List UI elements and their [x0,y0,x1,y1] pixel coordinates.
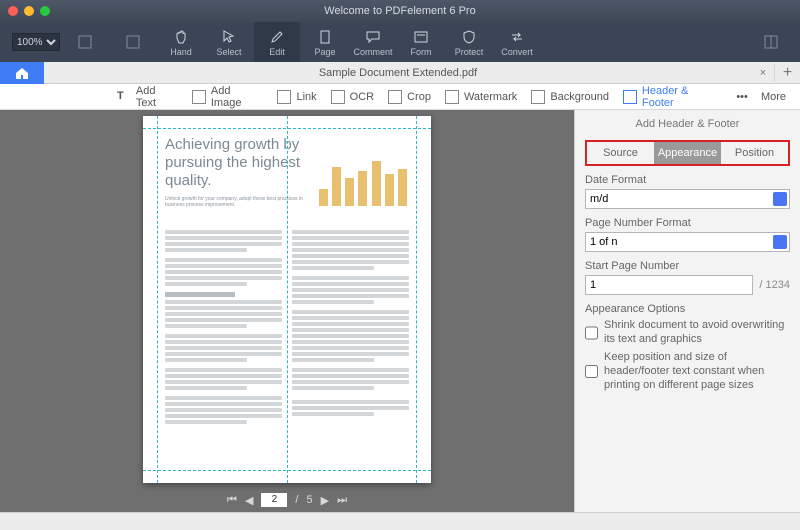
next-page-button[interactable]: ▶ [321,494,329,507]
page-preview: Achieving growth by pursuing the highest… [143,116,431,483]
add-text-button[interactable]: TAdd Text [117,85,178,109]
image-icon [192,90,206,104]
ribbon-item-hand[interactable]: Hand [158,22,204,62]
header-footer-button[interactable]: Header & Footer [623,85,722,109]
page-subtitle: Unlock growth for your company, adopt th… [165,196,305,208]
comment-icon [364,28,382,46]
home-button[interactable] [0,62,44,84]
crop-button[interactable]: Crop [388,90,431,104]
ribbon-item-tool2[interactable] [110,22,156,62]
shield-icon [460,28,478,46]
panel-title: Add Header & Footer [585,118,790,130]
edit-toolbar: TAdd Text Add Image Link OCR Crop Waterm… [0,84,800,110]
zoom-select[interactable]: 100% [12,33,60,51]
shrink-checkbox[interactable] [585,319,598,347]
page-chart [317,150,409,206]
more-button[interactable]: ••• More [736,91,786,103]
panel-tabs: Source Appearance Position [585,140,790,166]
convert-icon [508,28,526,46]
first-page-button[interactable]: ⏮ [227,494,237,507]
cursor-icon [220,28,238,46]
layout-icon [762,33,780,51]
titlebar: Welcome to PDFelement 6 Pro [0,0,800,22]
tab-appearance[interactable]: Appearance [654,142,721,164]
start-page-input[interactable] [585,275,753,295]
ribbon-item-page[interactable]: Page [302,22,348,62]
link-button[interactable]: Link [277,90,316,104]
zoom-control[interactable]: 100% [12,33,60,51]
tab-position[interactable]: Position [721,142,788,164]
prev-page-button[interactable]: ◀ [245,494,253,507]
page-total: 5 [306,494,312,506]
start-page-preview: / 1234 [759,279,790,291]
ribbon-item-tool1[interactable] [62,22,108,62]
hand-icon [172,28,190,46]
start-page-label: Start Page Number [585,260,790,272]
close-tab-button[interactable]: × [752,67,774,79]
document-tabbar: Sample Document Extended.pdf × + [0,62,800,84]
page-icon [316,28,334,46]
header-footer-icon [623,90,637,104]
date-format-label: Date Format [585,174,790,186]
tab-source[interactable]: Source [587,142,654,164]
document-tab[interactable]: Sample Document Extended.pdf [44,67,752,79]
status-bar [0,512,800,530]
ribbon-item-form[interactable]: Form [398,22,444,62]
background-icon [531,90,545,104]
page-number-input[interactable]: 2 [261,493,287,507]
home-icon [14,66,30,80]
ellipsis-icon: ••• [736,91,748,103]
link-icon [277,90,291,104]
ocr-button[interactable]: OCR [331,90,374,104]
ocr-icon [331,90,345,104]
ribbon-item-layout[interactable] [748,22,794,62]
appearance-options-label: Appearance Options [585,303,790,315]
watermark-icon [445,90,459,104]
header-footer-panel: Add Header & Footer Source Appearance Po… [574,110,800,512]
ribbon-item-comment[interactable]: Comment [350,22,396,62]
new-tab-button[interactable]: + [774,64,800,82]
form-icon [412,28,430,46]
watermark-button[interactable]: Watermark [445,90,517,104]
ribbon: 100% Hand Select Edit Page Comment Form … [0,22,800,62]
shrink-option[interactable]: Shrink document to avoid overwriting its… [585,318,790,347]
text-icon: T [117,90,131,104]
page-number-format-select[interactable]: 1 of n [585,232,790,252]
edit-icon [268,28,286,46]
ribbon-item-select[interactable]: Select [206,22,252,62]
page-navigator: ⏮ ◀ 2 / 5 ▶ ⏭ [227,489,347,512]
add-image-button[interactable]: Add Image [192,85,263,109]
crop-icon [388,90,402,104]
page-number-format-label: Page Number Format [585,217,790,229]
keep-position-option[interactable]: Keep position and size of header/footer … [585,350,790,393]
keep-position-checkbox[interactable] [585,351,598,393]
last-page-button[interactable]: ⏭ [337,494,347,507]
background-button[interactable]: Background [531,90,609,104]
date-format-select[interactable]: m/d [585,189,790,209]
page-heading: Achieving growth by pursuing the highest… [165,136,325,190]
ribbon-item-convert[interactable]: Convert [494,22,540,62]
window-title: Welcome to PDFelement 6 Pro [0,5,800,17]
document-canvas[interactable]: Achieving growth by pursuing the highest… [0,110,574,512]
ribbon-item-protect[interactable]: Protect [446,22,492,62]
ribbon-item-edit[interactable]: Edit [254,22,300,62]
